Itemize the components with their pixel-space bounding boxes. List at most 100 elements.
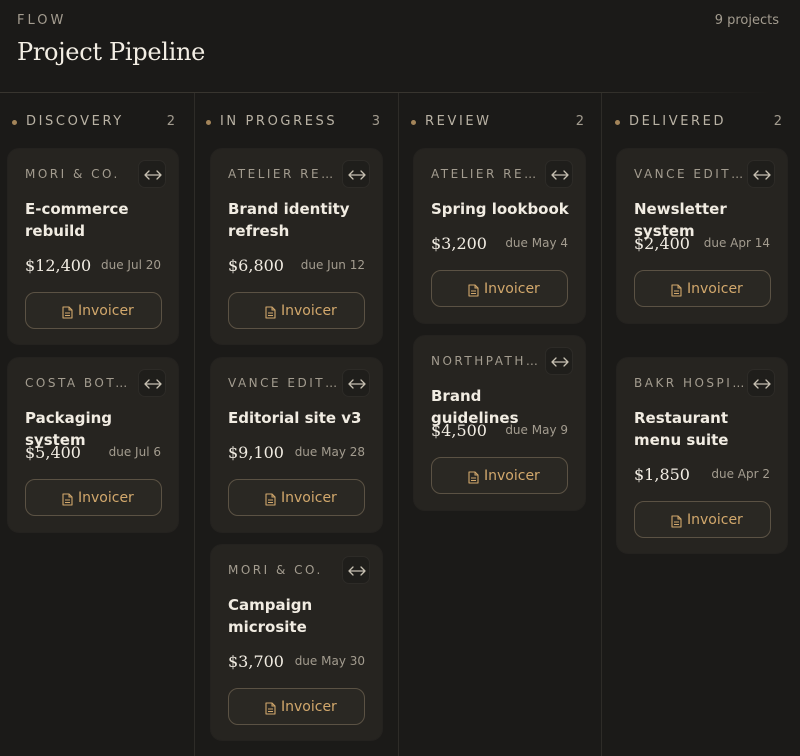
document-icon	[265, 700, 276, 719]
project-amount: $1,850	[634, 465, 690, 484]
column-header: DELIVERED 2	[603, 113, 800, 131]
project-card[interactable]: VANCE EDITIONS Editorial site v3 $9,100 due…	[210, 357, 383, 533]
project-card[interactable]: NORTHPATH STUDIOBrand guidelines$4,500du…	[413, 335, 586, 511]
document-icon	[468, 282, 479, 301]
due-date: due May 4	[505, 236, 568, 250]
invoice-button-label: Invoicer	[484, 468, 540, 484]
project-title: E-commerce rebuild	[25, 200, 129, 240]
due-date: due May 30	[294, 654, 365, 668]
invoice-button[interactable]: Invoicer	[25, 479, 162, 516]
invoice-button-label: Invoicer	[281, 490, 337, 506]
kanban-board: DISCOVERY 2 MORI & CO. E-commerce rebuild $1…	[0, 93, 800, 756]
project-title: Restaurant menu suite	[634, 409, 729, 449]
due-date: due Jul 20	[101, 258, 161, 272]
column-divider	[601, 93, 602, 756]
document-icon	[468, 469, 479, 488]
project-amount: $4,500	[431, 421, 487, 440]
project-count: 9 projects	[714, 13, 779, 28]
move-card-button[interactable]	[138, 160, 166, 188]
invoice-button[interactable]: Invoicer	[431, 457, 568, 494]
invoice-button-label: Invoicer	[687, 281, 743, 297]
document-icon	[671, 282, 682, 301]
column-dot-icon	[615, 120, 620, 125]
client-name: BAKR HOSPITALITY	[634, 376, 746, 390]
project-amount: $9,100	[228, 443, 284, 462]
document-icon	[62, 491, 73, 510]
column-title: DISCOVERY	[26, 114, 124, 129]
project-amount: $12,400	[25, 256, 92, 275]
move-card-button[interactable]	[747, 369, 775, 397]
project-title: Spring lookbook	[431, 200, 569, 218]
move-card-button[interactable]	[342, 369, 370, 397]
project-card[interactable]: MORI & CO. E-commerce rebuild $12,400 due J…	[7, 148, 179, 345]
invoice-button[interactable]: Invoicer	[228, 479, 365, 516]
project-title: Editorial site v3	[228, 409, 362, 427]
project-card[interactable]: MORI & CO. Campaign microsite $3,700 due Ma…	[210, 544, 383, 741]
move-card-button[interactable]	[747, 160, 775, 188]
due-date: due Jun 12	[300, 258, 365, 272]
document-icon	[265, 304, 276, 323]
due-date: due May 28	[294, 445, 365, 459]
column-title: IN PROGRESS	[220, 114, 338, 129]
invoice-button-label: Invoicer	[78, 490, 134, 506]
invoice-button[interactable]: Invoicer	[431, 270, 568, 307]
invoice-button-label: Invoicer	[78, 303, 134, 319]
invoice-button[interactable]: Invoicer	[228, 292, 365, 329]
due-date: due May 9	[505, 423, 568, 437]
column-dot-icon	[411, 120, 416, 125]
pipeline-page: FLOW 9 projects Project Pipeline DISCOVE…	[0, 0, 800, 756]
project-amount: $6,800	[228, 256, 284, 275]
document-icon	[62, 304, 73, 323]
page-header: FLOW 9 projects Project Pipeline	[0, 0, 800, 93]
project-card[interactable]: VANCE EDITIONSNewsletter system$2,400due…	[616, 148, 788, 324]
column-dot-icon	[206, 120, 211, 125]
project-amount: $5,400	[25, 443, 81, 462]
page-title: Project Pipeline	[17, 38, 206, 66]
invoice-button-label: Invoicer	[687, 512, 743, 528]
column-title: DELIVERED	[629, 114, 727, 129]
invoice-button-label: Invoicer	[281, 303, 337, 319]
invoice-button[interactable]: Invoicer	[634, 270, 771, 307]
client-name: VANCE EDITIONS	[634, 167, 746, 181]
document-icon	[265, 491, 276, 510]
project-title: Campaign microsite	[228, 596, 313, 636]
invoice-button-label: Invoicer	[281, 699, 337, 715]
section-eyebrow: FLOW	[17, 13, 67, 28]
move-card-button[interactable]	[545, 160, 573, 188]
client-name: VANCE EDITIONS	[228, 376, 340, 390]
invoice-button[interactable]: Invoicer	[228, 688, 365, 725]
due-date: due Apr 14	[703, 236, 770, 250]
project-card[interactable]: ATELIER REYNAUD Brand identity refresh $6,…	[210, 148, 383, 345]
column-header: DISCOVERY 2	[0, 113, 193, 131]
invoice-button[interactable]: Invoicer	[25, 292, 162, 329]
project-title: Brand identity refresh	[228, 200, 350, 240]
move-card-button[interactable]	[138, 369, 166, 397]
client-name: MORI & CO.	[228, 563, 323, 577]
invoice-button[interactable]: Invoicer	[634, 501, 771, 538]
column-dot-icon	[12, 120, 17, 125]
project-card[interactable]: BAKR HOSPITALITY Restaurant menu suite $1,…	[616, 357, 788, 554]
column-header: REVIEW 2	[399, 113, 602, 131]
project-amount: $3,700	[228, 652, 284, 671]
project-card[interactable]: COSTA BOTANICALSPackaging system$5,400du…	[7, 357, 179, 533]
move-card-button[interactable]	[342, 160, 370, 188]
client-name: NORTHPATH STUDIO	[431, 354, 543, 368]
move-card-button[interactable]	[342, 556, 370, 584]
invoice-button-label: Invoicer	[484, 281, 540, 297]
client-name: ATELIER REYNAUD	[431, 167, 543, 181]
client-name: COSTA BOTANICALS	[25, 376, 137, 390]
column-header: IN PROGRESS 3	[194, 113, 398, 131]
client-name: ATELIER REYNAUD	[228, 167, 340, 181]
column-count: 2	[166, 114, 175, 129]
move-card-button[interactable]	[545, 347, 573, 375]
due-date: due Apr 2	[711, 467, 770, 481]
column-count: 2	[575, 114, 584, 129]
column-count: 3	[371, 114, 380, 129]
column-count: 2	[773, 114, 782, 129]
project-amount: $2,400	[634, 234, 690, 253]
document-icon	[671, 513, 682, 532]
project-amount: $3,200	[431, 234, 487, 253]
column-title: REVIEW	[425, 114, 492, 129]
client-name: MORI & CO.	[25, 167, 120, 181]
project-card[interactable]: ATELIER REYNAUD Spring lookbook $3,200 due …	[413, 148, 586, 324]
